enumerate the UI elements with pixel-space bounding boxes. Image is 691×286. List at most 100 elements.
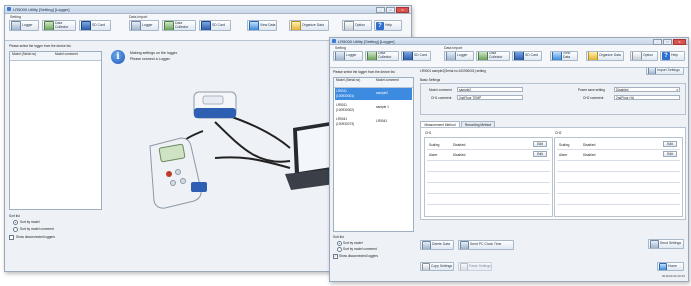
close-button[interactable]: ✕ — [396, 7, 409, 13]
device-list-prompt: Please select the logger from the device… — [333, 70, 396, 74]
column-header-comment[interactable]: Model comment — [55, 52, 78, 57]
paste-settings-button[interactable]: Paste Settings — [458, 262, 492, 271]
setting-logger-button[interactable]: Logger — [9, 20, 39, 31]
column-header-model[interactable]: Model (Serial no) — [336, 78, 360, 83]
column-header-comment[interactable]: Model comment — [376, 78, 399, 83]
home-button[interactable]: Home — [657, 262, 684, 271]
device-comment: sample2 — [376, 91, 389, 95]
ch1-comment-field[interactable]: 2ndFloor TEMP — [457, 95, 523, 100]
option-button[interactable]: Option — [342, 20, 372, 31]
logger-device-icon — [193, 91, 237, 119]
delete-data-button[interactable]: Delete Data — [420, 240, 454, 250]
setting-data-collector-button[interactable]: Data Collector — [42, 20, 76, 31]
view-data-button[interactable]: View Data — [247, 20, 277, 31]
import-logger-button[interactable]: Logger — [444, 51, 474, 61]
device-model: LR5041 — [336, 117, 348, 121]
import-logger-button[interactable]: Logger — [129, 20, 159, 31]
ch1-label: CH1 — [425, 131, 432, 135]
group-label-data-import: Data Import — [129, 15, 148, 19]
ch2-comment-label: CH2 comment — [583, 96, 604, 100]
ch2-scaling-edit-button[interactable]: Edit — [663, 141, 677, 147]
sort-by-model-radio[interactable] — [13, 220, 18, 225]
folder-icon — [588, 52, 598, 60]
model-comment-field[interactable]: sample2 — [457, 87, 523, 92]
view-data-icon — [249, 21, 259, 30]
organize-data-button[interactable]: Organize Data — [586, 51, 624, 61]
logger-icon — [446, 52, 456, 60]
power-save-label: Power save setting — [578, 88, 605, 92]
sort-list-label: Sort list — [333, 235, 344, 239]
basic-settings-label: Basic Settings — [420, 78, 441, 82]
device-row-selected[interactable]: LR5011 (100930001) sample2 — [335, 88, 412, 100]
device-comment: LR5041 — [376, 119, 388, 123]
ribbon-toolbar: Setting Data Import Logger Data Collecto… — [330, 45, 688, 68]
maximize-button[interactable]: □ — [386, 7, 395, 13]
sort-by-model-label: Sort by model — [20, 220, 40, 224]
option-icon — [344, 21, 354, 30]
folder-icon — [291, 21, 301, 30]
show-disconnected-checkbox[interactable]: ✓ — [333, 254, 338, 259]
import-data-collector-button[interactable]: Data Collector — [476, 51, 510, 61]
sort-by-model-label: Sort by model — [343, 241, 363, 245]
setting-sd-card-button[interactable]: SD Card — [79, 20, 111, 31]
help-button[interactable]: ? Help — [374, 20, 402, 31]
sort-by-comment-radio[interactable] — [337, 247, 342, 252]
ch1-alarm-label: Alarm — [429, 153, 438, 157]
power-save-select[interactable]: Disabled ▾ — [614, 87, 680, 92]
ch2-alarm-edit-button[interactable]: Edit — [663, 151, 677, 157]
status-clock: 2011/01/20 20:40 — [661, 274, 685, 278]
ch1-alarm-edit-button[interactable]: Edit — [533, 151, 547, 157]
copy-settings-button[interactable]: Copy Settings — [420, 262, 454, 271]
copy-icon — [422, 263, 430, 270]
dropdown-arrow-icon: ▾ — [676, 88, 678, 92]
home-icon — [659, 263, 667, 270]
ch1-scaling-edit-button[interactable]: Edit — [533, 141, 547, 147]
show-disconnected-checkbox[interactable] — [9, 235, 14, 240]
view-data-icon — [552, 52, 562, 60]
send-settings-button[interactable]: Send Settings — [648, 239, 684, 249]
column-header-model[interactable]: Model (Serial no) — [12, 52, 36, 57]
ch2-group: Scaling Disabled Edit Alarm Disabled Edi… — [554, 137, 683, 217]
setting-logger-button[interactable]: Logger — [333, 51, 363, 61]
device-list[interactable]: Model (Serial no) Model comment — [9, 51, 102, 210]
device-serial: (100930001) — [336, 94, 355, 98]
organize-data-button[interactable]: Organize Data — [289, 20, 329, 31]
sort-by-comment-radio[interactable] — [13, 227, 18, 232]
ch1-alarm-value: Disabled — [453, 153, 466, 157]
device-serial: (100930002) — [336, 108, 355, 112]
device-connection-illustration — [149, 91, 349, 209]
help-button[interactable]: ? Help — [660, 51, 685, 61]
help-icon: ? — [662, 52, 670, 60]
import-data-collector-button[interactable]: Data Collector — [162, 20, 196, 31]
group-label-setting: Setting — [10, 15, 21, 19]
import-settings-button[interactable]: Import Settings — [646, 67, 684, 75]
sort-by-model-radio[interactable] — [337, 241, 342, 246]
import-sd-card-button[interactable]: SD Card — [512, 51, 542, 61]
group-label-setting: Setting — [335, 46, 346, 50]
data-collector-icon — [44, 21, 54, 30]
data-collector-icon — [478, 52, 488, 60]
setting-sd-card-button[interactable]: SD Card — [401, 51, 431, 61]
data-collector-device-icon — [149, 137, 207, 209]
sort-by-comment-label: Sort by model comment — [343, 247, 377, 251]
device-row[interactable]: LR5011 (100930002) sample 1 — [335, 102, 412, 114]
device-row[interactable]: LR5041 (100930073) LR5041 — [335, 116, 412, 128]
ch2-label: CH2 — [555, 131, 562, 135]
send-icon — [650, 240, 659, 248]
minimize-button[interactable]: – — [376, 7, 385, 13]
sort-by-comment-label: Sort by model comment — [20, 227, 54, 231]
device-list[interactable]: Model (Serial no) Model comment LR5011 (… — [333, 77, 414, 232]
option-button[interactable]: Option — [630, 51, 658, 61]
sd-card-icon — [81, 21, 91, 30]
setting-data-collector-button[interactable]: Data Collector — [365, 51, 399, 61]
logger-icon — [131, 21, 141, 30]
app-icon — [332, 39, 336, 43]
ch2-comment-field[interactable]: 2ndFloor HU — [614, 95, 680, 100]
import-sd-card-button[interactable]: SD Card — [199, 20, 231, 31]
view-data-button[interactable]: View Data — [550, 51, 578, 61]
message-line-1: Making settings on the logger. — [130, 51, 178, 55]
window-title: LR5000 Utility [Setting] [Logger] — [338, 39, 395, 44]
ch1-group: Scaling Disabled Edit Alarm Disabled Edi… — [424, 137, 553, 217]
send-pc-clock-button[interactable]: Send PC Clock Time — [458, 240, 514, 250]
sort-list-label: Sort list — [9, 214, 20, 218]
